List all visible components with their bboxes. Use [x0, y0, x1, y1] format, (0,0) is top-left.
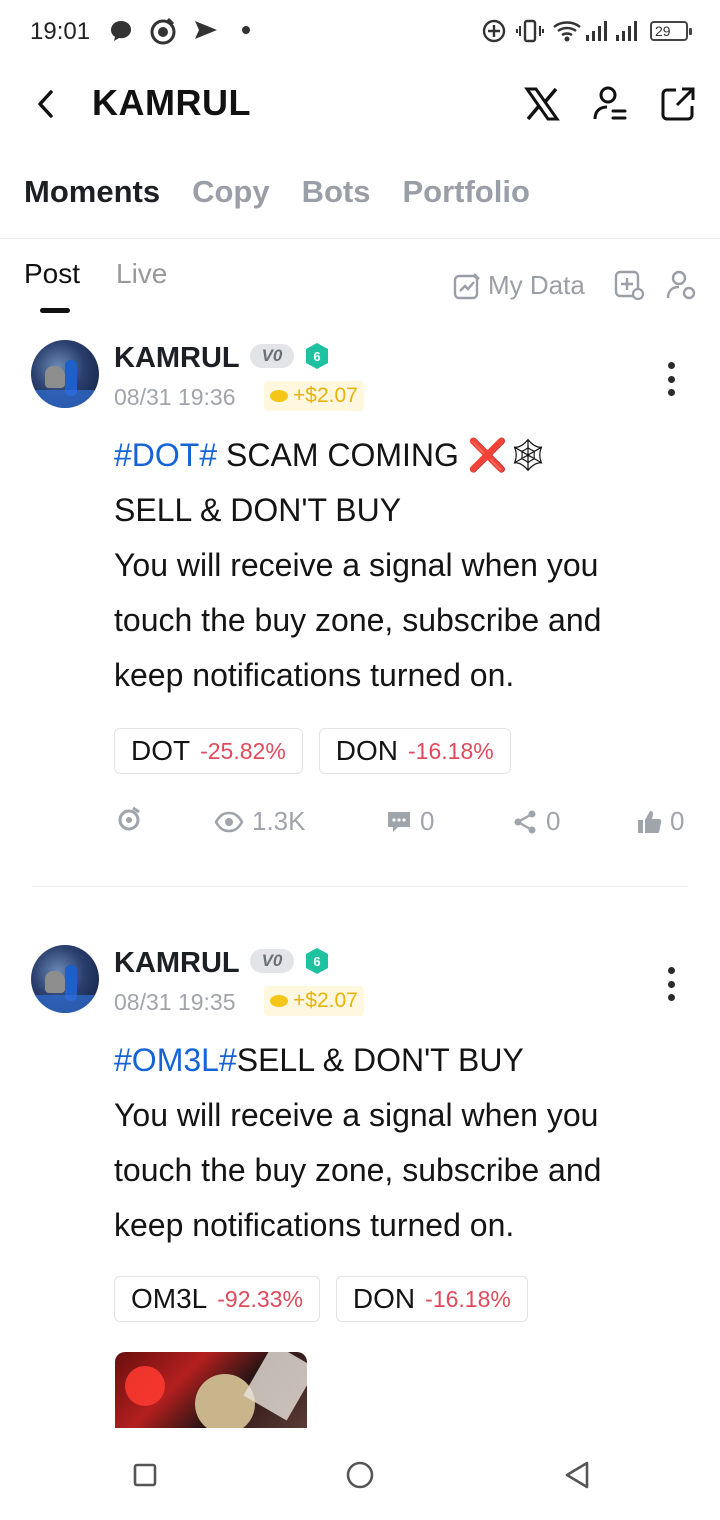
notification-dot [242, 26, 250, 34]
author-name[interactable]: KAMRUL [114, 342, 240, 375]
more-options-button[interactable] [666, 362, 676, 396]
profile-settings-button[interactable] [590, 84, 630, 124]
share-icon [661, 87, 695, 121]
coin-chip[interactable]: DON -16.18% [335, 1276, 528, 1322]
system-back-button[interactable] [560, 1458, 594, 1492]
profit-value: +$2.07 [293, 384, 358, 407]
back-triangle-icon [565, 1461, 589, 1489]
sub-tabs: Post Live My Data [0, 250, 720, 316]
level-badge: 6 [304, 342, 330, 370]
avatar[interactable] [31, 945, 99, 1013]
post-content: #OM3L#SELL & DON'T BUY You will receive … [114, 1042, 602, 1243]
add-circle-icon [482, 16, 506, 46]
thumbs-up-icon [638, 810, 662, 833]
back-button[interactable] [28, 84, 64, 124]
add-post-icon [614, 270, 645, 301]
edit-chart-icon [453, 272, 480, 299]
home-icon [346, 1461, 374, 1489]
profit-badge: +$2.07 [264, 986, 364, 1016]
post-content: #DOT# SCAM COMING ❌🕸 SELL & DON'T BUY Yo… [114, 437, 602, 693]
send-icon [192, 16, 220, 46]
hand-coin-icon [270, 390, 288, 402]
svg-text:6: 6 [313, 349, 320, 364]
svg-text:6: 6 [313, 954, 320, 969]
like-button[interactable]: 0 [636, 806, 684, 837]
coin-chip[interactable]: DOT -25.82% [114, 728, 303, 774]
profit-value: +$2.07 [293, 989, 358, 1012]
app-icon [148, 16, 178, 46]
tab-moments[interactable]: Moments [24, 160, 160, 224]
share-nodes-icon [514, 810, 536, 833]
coin-chips: OM3L -92.33% DON -16.18% [114, 1276, 528, 1322]
hashtag-link[interactable]: #DOT# [114, 437, 217, 473]
system-nav-bar [0, 1428, 720, 1520]
wifi-icon [552, 16, 582, 46]
user-settings-button[interactable] [664, 268, 698, 302]
signal-icon [584, 16, 646, 46]
share-post-button[interactable]: 0 [512, 806, 560, 837]
coin-chips: DOT -25.82% DON -16.18% [114, 728, 511, 774]
x-logo-icon [524, 87, 560, 121]
post-divider [32, 886, 688, 887]
coin-chip[interactable]: DON -16.18% [318, 728, 511, 774]
author-name[interactable]: KAMRUL [114, 947, 240, 980]
hand-coin-icon [270, 995, 288, 1007]
app-header: KAMRUL [0, 64, 720, 144]
level-badge: 6 [304, 947, 330, 975]
recent-apps-button[interactable] [128, 1458, 162, 1492]
more-options-button[interactable] [666, 967, 676, 1001]
avatar[interactable] [31, 340, 99, 408]
subtab-post[interactable]: Post [24, 258, 80, 290]
comment-icon [388, 811, 410, 832]
page-title: KAMRUL [92, 82, 251, 123]
back-icon [38, 90, 53, 118]
add-post-button[interactable] [612, 268, 646, 302]
battery-indicator: 29 [650, 21, 692, 41]
vip-badge: V0 [250, 949, 294, 973]
chat-bubble-icon [108, 16, 134, 46]
post-date: 08/31 19:35 [114, 989, 236, 1015]
comment-button[interactable]: 0 [386, 806, 434, 837]
x-logo-button[interactable] [522, 84, 562, 124]
profile-settings-icon [593, 86, 627, 120]
subtab-live[interactable]: Live [116, 258, 167, 290]
tab-portfolio[interactable]: Portfolio [402, 160, 529, 224]
tab-bots[interactable]: Bots [302, 160, 371, 224]
subtab-active-indicator [40, 308, 70, 313]
my-data-label: My Data [488, 270, 585, 300]
status-bar: 19:01 29 [0, 0, 720, 64]
home-button[interactable] [343, 1458, 377, 1492]
profit-badge: +$2.07 [264, 381, 364, 411]
repost-icon [118, 806, 140, 831]
header-divider [0, 238, 720, 239]
repost-button[interactable] [116, 806, 142, 832]
vibrate-icon [516, 16, 544, 46]
status-time: 19:01 [30, 18, 91, 45]
tab-copy[interactable]: Copy [192, 160, 270, 224]
post-actions: 1.3K 0 0 0 [0, 806, 720, 846]
my-data-button[interactable]: My Data [452, 270, 585, 301]
main-tabs: Moments Copy Bots Portfolio [0, 160, 720, 224]
post-image[interactable] [115, 1352, 307, 1428]
user-settings-icon [666, 270, 696, 300]
views-count: 1.3K [214, 806, 306, 837]
vip-badge: V0 [250, 344, 294, 368]
eye-icon [214, 811, 244, 832]
share-button[interactable] [658, 84, 698, 124]
hashtag-link[interactable]: #OM3L# [114, 1042, 237, 1078]
recent-apps-icon [133, 1463, 157, 1487]
coin-chip[interactable]: OM3L -92.33% [114, 1276, 320, 1322]
post-date: 08/31 19:36 [114, 384, 236, 410]
